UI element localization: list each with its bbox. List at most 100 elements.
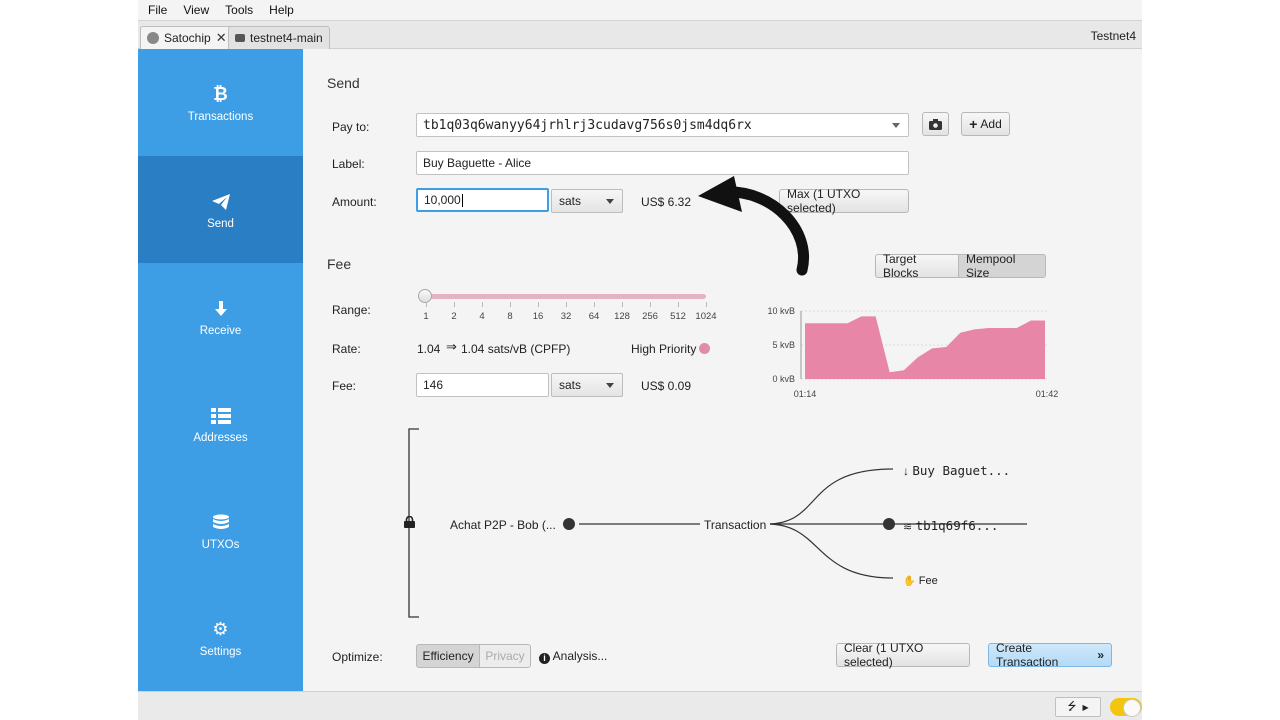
add-button[interactable]: + Add [961,112,1010,136]
create-transaction-label: Create Transaction [996,641,1059,669]
usb-device-button[interactable]: ⭍ ▶ [1055,697,1101,717]
sidebar-item-send[interactable]: Send [138,156,303,263]
tab-satochip[interactable]: Satochip ✕ [140,26,234,49]
sidebar-item-label: Receive [199,324,242,337]
fee-input[interactable]: 146 [416,373,549,397]
menu-tools[interactable]: Tools [225,3,253,17]
satochip-icon [147,32,159,44]
caret-right-icon: ▶ [1082,702,1089,712]
output-change[interactable]: ≋ tb1q69f6... [903,518,998,533]
menu-view[interactable]: View [183,3,209,17]
hand-icon: ✋ [903,576,916,587]
transaction-node-label: Transaction [700,518,771,532]
amount-unit-select[interactable]: sats [551,189,623,213]
send-title: Send [327,75,360,91]
online-toggle[interactable] [1110,698,1142,717]
info-icon: i [539,653,550,664]
sidebar-item-label: UTXOs [201,538,240,551]
chevron-down-icon [606,383,614,388]
chevron-down-icon[interactable] [892,123,900,128]
sidebar-item-label: Addresses [193,431,248,444]
slider-tick [426,302,427,307]
privacy-toggle[interactable]: Privacy [479,644,531,668]
slider-tick-label: 256 [642,311,658,322]
plus-icon: + [969,116,978,132]
sidebar-item-receive[interactable]: Receive [138,263,303,370]
output-payment-label: Buy Baguet... [912,463,1011,478]
slider-tick-label: 512 [670,311,686,322]
slider-tick [510,302,511,307]
slider-tick-label: 32 [560,311,572,322]
chart-y-tick-label: 5 kvB [772,340,795,350]
cpfp-icon: ⇒ [446,339,457,354]
coins-icon: ≋ [903,521,913,533]
fee-unit-select[interactable]: sats [551,373,623,397]
clear-button[interactable]: Clear (1 UTXO selected) [836,641,970,669]
camera-button[interactable] [922,112,949,136]
slider-tick-label: 1024 [695,311,717,322]
list-icon [210,404,231,428]
wallet-icon [235,34,245,42]
app-window: File View Tools Help Satochip ✕ testnet4… [138,0,1142,720]
menu-file[interactable]: File [148,3,167,17]
lock-icon [404,515,415,531]
chevron-down-icon [606,199,614,204]
analysis-link[interactable]: i Analysis... [539,649,607,664]
tab-testnet4-main[interactable]: testnet4-main [228,26,330,49]
add-button-label: Add [980,117,1002,131]
analysis-label: Analysis... [552,649,608,663]
efficiency-toggle[interactable]: Efficiency [416,644,480,668]
paper-plane-icon [211,190,231,214]
create-transaction-button[interactable]: Create Transaction » [988,641,1112,669]
pay-to-input[interactable]: tb1q03q6wanyy64jrhlrj3cudavg756s0jsm4dq6… [416,113,909,137]
fee-title: Fee [327,256,352,272]
sidebar-item-settings[interactable]: ⚙ Settings [138,584,303,691]
sidebar-item-utxos[interactable]: UTXOs [138,477,303,584]
slider-tick [650,302,651,307]
close-icon[interactable]: ✕ [216,30,227,46]
amount-unit-value: sats [559,194,582,208]
slider-thumb[interactable] [418,289,432,303]
slider-tick-label: 128 [614,311,630,322]
rate-value: 1.04 [417,342,441,356]
chart-x-tick-label: 01:42 [1036,389,1059,399]
sidebar: ₿ Transactions Send Receive Addresses UT… [138,49,303,691]
output-payment[interactable]: ↓ Buy Baguet... [903,463,1010,478]
mempool-size-toggle[interactable]: Mempool Size [958,252,1046,280]
gear-icon: ⚙ [212,619,229,639]
range-label: Range: [332,303,371,317]
bitcoin-icon: ₿ [213,84,228,104]
target-blocks-toggle[interactable]: Target Blocks [875,252,959,280]
send-panel: Send Pay to: tb1q03q6wanyy64jrhlrj3cudav… [303,49,1142,691]
fee-value: 146 [423,378,444,392]
priority-indicator [699,343,710,354]
menu-bar: File View Tools Help [138,0,1142,20]
efficiency-label: Efficiency [422,649,474,663]
rate-cpfp: 1.04 sats/vB (CPFP) [461,342,571,356]
chart-x-tick-label: 01:14 [794,389,817,399]
label-input[interactable]: Buy Baguette - Alice [416,151,909,175]
sidebar-item-addresses[interactable]: Addresses [138,370,303,477]
sidebar-item-label: Transactions [187,110,254,123]
pay-to-value: tb1q03q6wanyy64jrhlrj3cudavg756s0jsm4dq6… [423,117,752,133]
menu-help[interactable]: Help [269,3,294,17]
label-value: Buy Baguette - Alice [423,156,532,170]
fee-range-slider[interactable] [426,294,706,299]
amount-input[interactable]: 10,000 [416,188,549,212]
amount-label: Amount: [332,195,377,209]
annotation-arrow [698,176,809,276]
tab-testnet4-main-label: testnet4-main [250,31,323,45]
fee-label: Fee: [332,379,357,393]
slider-tick [454,302,455,307]
coins-icon [211,511,231,535]
fee-fiat: US$ 0.09 [641,379,692,393]
network-label: Testnet4 [1090,29,1136,43]
sidebar-item-transactions[interactable]: ₿ Transactions [138,49,303,156]
slider-tick [538,302,539,307]
input-utxo-label[interactable]: Achat P2P - Bob (... [450,518,556,532]
fee-unit-value: sats [559,378,582,392]
clear-button-label: Clear (1 UTXO selected) [844,641,924,669]
slider-tick [678,302,679,307]
tab-bar: Satochip ✕ testnet4-main Testnet4 [138,20,1142,49]
usb-icon: ⭍ [1067,700,1077,713]
